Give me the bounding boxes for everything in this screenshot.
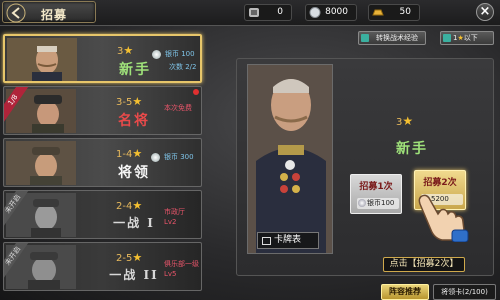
star-icon: ★ xyxy=(123,44,134,57)
recruit-card-famous[interactable]: 1/8 3-5★ 名将 本次免费 xyxy=(3,86,202,135)
back-arrow-icon[interactable] xyxy=(5,2,29,24)
recruit-type-name: 一战 I xyxy=(113,216,155,230)
title-plate: 招募 xyxy=(2,1,96,23)
silver-coin-icon xyxy=(358,199,366,207)
recruit-card-novice[interactable]: 3★ 新手 银币 100 次数 2/2 xyxy=(3,34,202,83)
notification-dot xyxy=(193,89,199,95)
star-icon: ★ xyxy=(132,199,143,212)
unlock-requirement: 市政厅 xyxy=(164,208,185,216)
checkbox-icon[interactable] xyxy=(443,34,451,42)
count-label: 次数 2/2 xyxy=(169,63,197,71)
close-icon: × xyxy=(479,4,491,19)
gold-resource: 50 xyxy=(368,4,420,21)
badge-icon xyxy=(249,8,259,17)
badge-resource: 0 xyxy=(244,4,292,21)
silver-resource: 8000 xyxy=(305,4,357,21)
cost-label: 银币 300 xyxy=(164,153,194,161)
star-rating: 1-4★ xyxy=(116,147,143,160)
recruit-type-name: 一战 II xyxy=(109,268,159,282)
recruit-type-name: 将领 xyxy=(118,165,150,181)
detail-star-rating: 3★ xyxy=(396,114,414,128)
tutorial-hint: 点击【招募2次】 xyxy=(383,257,465,272)
recruit-card-general[interactable]: 1-4★ 将领 银币 300 xyxy=(3,138,202,187)
unlock-level: Lv5 xyxy=(164,270,177,278)
cost-label: 银币 100 xyxy=(165,50,195,58)
recruit-type-name: 新手 xyxy=(119,62,151,78)
star-rating: 3-5★ xyxy=(116,95,143,108)
star-icon: ★ xyxy=(132,95,143,108)
silver-coin-icon xyxy=(151,153,160,162)
recruit-list: 3★ 新手 银币 100 次数 2/2 1/8 3-5★ 名将 本次免费 1-4… xyxy=(3,30,204,298)
convert-exp-button[interactable]: 转换战术经验 xyxy=(358,31,426,45)
lineup-recommend-button[interactable]: 阵容推荐 xyxy=(381,284,429,300)
silver-coin-icon xyxy=(152,50,161,59)
general-portrait xyxy=(7,38,77,81)
star-rating: 2-5★ xyxy=(116,251,143,264)
star-icon: ★ xyxy=(132,147,143,160)
recruit-card-ww1-ii[interactable]: 未开启 2-5★ 一战 II 俱乐部一级 Lv5 xyxy=(3,242,202,291)
general-portrait xyxy=(6,141,76,185)
star-rating: 3★ xyxy=(117,44,134,57)
silver-coin-icon xyxy=(309,7,321,18)
close-button[interactable]: × xyxy=(476,3,494,21)
star-icon: ★ xyxy=(402,114,414,128)
pointing-hand-icon xyxy=(416,192,470,243)
unlock-level: Lv2 xyxy=(164,218,177,226)
page-title: 招募 xyxy=(41,8,68,22)
star-filter-button[interactable]: 1★以下 xyxy=(440,31,494,45)
general-cards-button[interactable]: 将领卡(2/100) xyxy=(433,284,496,300)
detail-recruit-name: 新手 xyxy=(396,141,428,157)
price-tag: 银币100 xyxy=(357,198,399,209)
card-table-button[interactable]: 卡牌表 xyxy=(257,232,319,249)
recruit-card-ww1-i[interactable]: 未开启 2-4★ 一战 I 市政厅 Lv2 xyxy=(3,190,202,239)
gold-ingot-icon xyxy=(372,9,384,16)
grid-icon xyxy=(262,237,271,245)
free-label: 本次免费 xyxy=(164,104,192,112)
recruit-once-button[interactable]: 招募1次 银币100 xyxy=(350,174,402,214)
checkbox-icon[interactable] xyxy=(361,34,369,42)
featured-general-portrait xyxy=(247,64,333,254)
star-icon: ★ xyxy=(132,251,143,264)
recruit-type-name: 名将 xyxy=(118,113,150,129)
unlock-requirement: 俱乐部一级 xyxy=(164,260,199,268)
star-rating: 2-4★ xyxy=(116,199,143,212)
top-bar: 招募 0 8000 50 × xyxy=(0,0,500,26)
